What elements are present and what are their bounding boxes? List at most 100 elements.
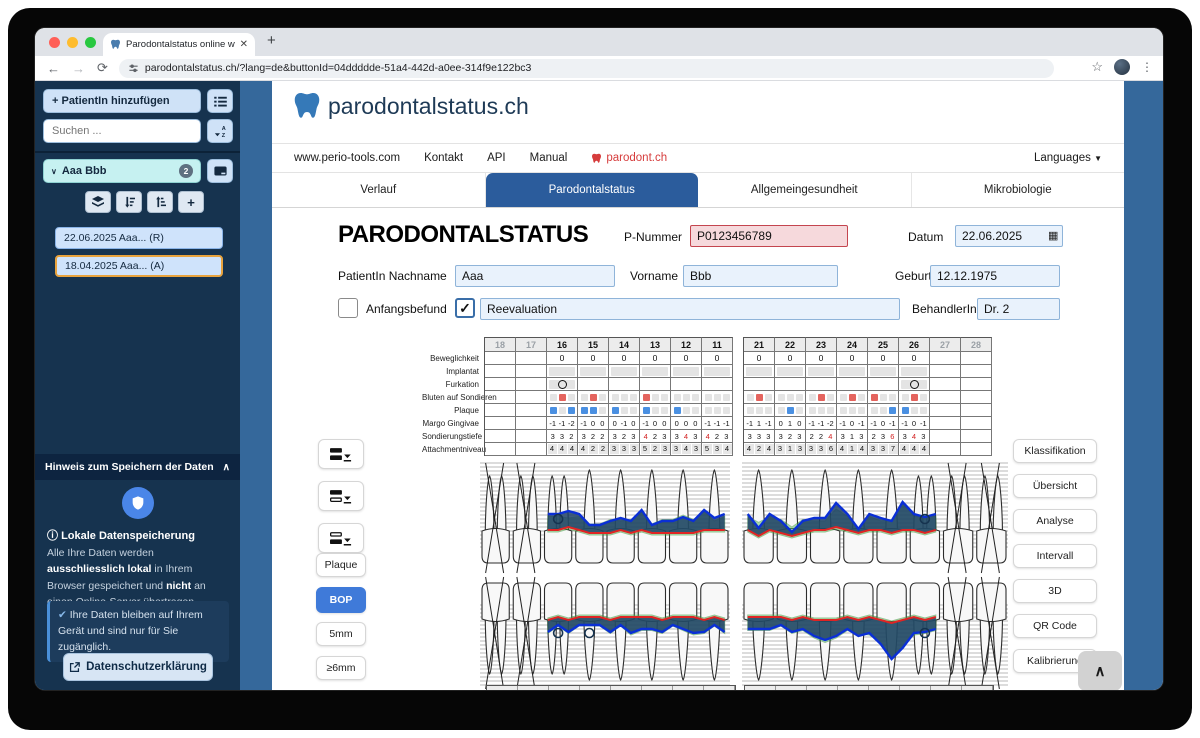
- perio-cell-11[interactable]: [702, 391, 733, 404]
- perio-cell-23[interactable]: 336: [806, 443, 837, 456]
- perio-cell-22[interactable]: [775, 378, 806, 391]
- sort-desc-button[interactable]: [116, 191, 142, 213]
- tab-close-icon[interactable]: ✕: [240, 39, 248, 50]
- perio-cell-27[interactable]: 27: [930, 337, 961, 352]
- jaw-chart[interactable]: [480, 459, 1008, 690]
- bop-mode-button[interactable]: BOP: [316, 587, 366, 613]
- perio-cell-28[interactable]: [961, 404, 992, 417]
- perio-cell-18[interactable]: [485, 352, 516, 365]
- nav-parodont[interactable]: parodont.ch: [591, 152, 667, 164]
- perio-cell-24[interactable]: [837, 391, 868, 404]
- scroll-top-button[interactable]: ∧: [1078, 651, 1122, 690]
- perio-cell-25[interactable]: [868, 365, 899, 378]
- perio-cell-26[interactable]: [899, 365, 930, 378]
- perio-cell-23[interactable]: 0: [806, 352, 837, 365]
- perio-cell-23[interactable]: [806, 378, 837, 391]
- back-icon[interactable]: ←: [47, 61, 60, 76]
- perio-cell-25[interactable]: [868, 378, 899, 391]
- perio-cell-21[interactable]: 21: [744, 337, 775, 352]
- perio-cell-18[interactable]: [485, 417, 516, 430]
- perio-cell-21[interactable]: 0: [744, 352, 775, 365]
- record-item[interactable]: 22.06.2025 Aaa... (R): [55, 227, 223, 249]
- perio-cell-18[interactable]: [485, 430, 516, 443]
- nav-perio-tools[interactable]: www.perio-tools.com: [294, 152, 400, 164]
- perio-cell-16[interactable]: 0: [547, 352, 578, 365]
- bookmark-star-icon[interactable]: ☆: [1091, 59, 1103, 75]
- plaque-mode-button[interactable]: Plaque: [316, 553, 366, 577]
- perio-cell-11[interactable]: [702, 404, 733, 417]
- perio-cell-25[interactable]: [868, 391, 899, 404]
- qr-code-button[interactable]: QR Code: [1013, 614, 1097, 638]
- perio-cell-12[interactable]: 343: [671, 443, 702, 456]
- perio-cell-28[interactable]: 28: [961, 337, 992, 352]
- perio-cell-16[interactable]: 332: [547, 430, 578, 443]
- reload-icon[interactable]: ⟳: [97, 60, 108, 76]
- perio-cell-14[interactable]: [609, 404, 640, 417]
- perio-cell-23[interactable]: [806, 365, 837, 378]
- perio-cell-16[interactable]: [547, 391, 578, 404]
- behandler-field[interactable]: [977, 298, 1060, 320]
- perio-cell-15[interactable]: [578, 404, 609, 417]
- perio-cell-11[interactable]: 11: [702, 337, 733, 352]
- perio-cell-22[interactable]: [775, 391, 806, 404]
- perio-cell-22[interactable]: 0: [775, 352, 806, 365]
- perio-cell-12[interactable]: 0: [671, 352, 702, 365]
- sort-az-button[interactable]: AZ: [207, 119, 233, 143]
- perio-cell-17[interactable]: 17: [516, 337, 547, 352]
- perio-cell-21[interactable]: 333: [744, 430, 775, 443]
- perio-cell-26[interactable]: [899, 378, 930, 391]
- perio-cell-24[interactable]: -1 0 -1: [837, 417, 868, 430]
- perio-cell-14[interactable]: 0: [609, 352, 640, 365]
- perio-cell-24[interactable]: 414: [837, 443, 868, 456]
- perio-cell-24[interactable]: [837, 365, 868, 378]
- layers-button[interactable]: [85, 191, 111, 213]
- perio-cell-24[interactable]: 24: [837, 337, 868, 352]
- perio-cell-14[interactable]: 333: [609, 443, 640, 456]
- perio-cell-15[interactable]: 322: [578, 430, 609, 443]
- perio-cell-26[interactable]: [899, 391, 930, 404]
- klassifikation-button[interactable]: Klassifikation: [1013, 439, 1097, 463]
- perio-cell-15[interactable]: 422: [578, 443, 609, 456]
- nav-api[interactable]: API: [487, 152, 506, 164]
- perio-cell-12[interactable]: [671, 404, 702, 417]
- perio-cell-16[interactable]: 444: [547, 443, 578, 456]
- perio-cell-12[interactable]: 12: [671, 337, 702, 352]
- perio-cell-27[interactable]: [930, 443, 961, 456]
- perio-cell-17[interactable]: [516, 443, 547, 456]
- perio-cell-24[interactable]: 0: [837, 352, 868, 365]
- perio-cell-17[interactable]: [516, 430, 547, 443]
- perio-cell-28[interactable]: [961, 352, 992, 365]
- perio-cell-28[interactable]: [961, 365, 992, 378]
- perio-cell-13[interactable]: [640, 378, 671, 391]
- 3d-button[interactable]: 3D: [1013, 579, 1097, 603]
- tab-verlauf[interactable]: Verlauf: [272, 173, 486, 207]
- perio-cell-12[interactable]: [671, 391, 702, 404]
- perio-cell-23[interactable]: -1 -1 -2: [806, 417, 837, 430]
- perio-cell-16[interactable]: [547, 365, 578, 378]
- list-view-button[interactable]: [207, 89, 233, 113]
- forward-icon[interactable]: →: [72, 61, 85, 76]
- record-item-selected[interactable]: 18.04.2025 Aaa... (A): [55, 255, 223, 277]
- perio-cell-16[interactable]: [547, 378, 578, 391]
- perio-cell-14[interactable]: [609, 378, 640, 391]
- perio-cell-11[interactable]: 423: [702, 430, 733, 443]
- perio-cell-27[interactable]: [930, 365, 961, 378]
- perio-cell-25[interactable]: 25: [868, 337, 899, 352]
- perio-cell-16[interactable]: [547, 404, 578, 417]
- perio-cell-22[interactable]: 313: [775, 443, 806, 456]
- minimize-window-button[interactable]: [67, 36, 78, 48]
- perio-cell-18[interactable]: [485, 365, 516, 378]
- datum-field[interactable]: [955, 225, 1063, 247]
- browser-tab[interactable]: Parodontalstatus online www... ✕: [103, 33, 255, 56]
- perio-cell-23[interactable]: [806, 391, 837, 404]
- perio-cell-27[interactable]: [930, 391, 961, 404]
- data-notice-header[interactable]: Hinweis zum Speichern der Daten ∧: [35, 454, 240, 480]
- calendar-icon[interactable]: ▦: [1048, 229, 1058, 242]
- nachname-field[interactable]: [455, 265, 615, 287]
- perio-cell-25[interactable]: 236: [868, 430, 899, 443]
- perio-cell-12[interactable]: 000: [671, 417, 702, 430]
- export-row2-button[interactable]: [318, 481, 364, 511]
- perio-cell-16[interactable]: 16: [547, 337, 578, 352]
- perio-cell-21[interactable]: [744, 365, 775, 378]
- perio-cell-23[interactable]: 224: [806, 430, 837, 443]
